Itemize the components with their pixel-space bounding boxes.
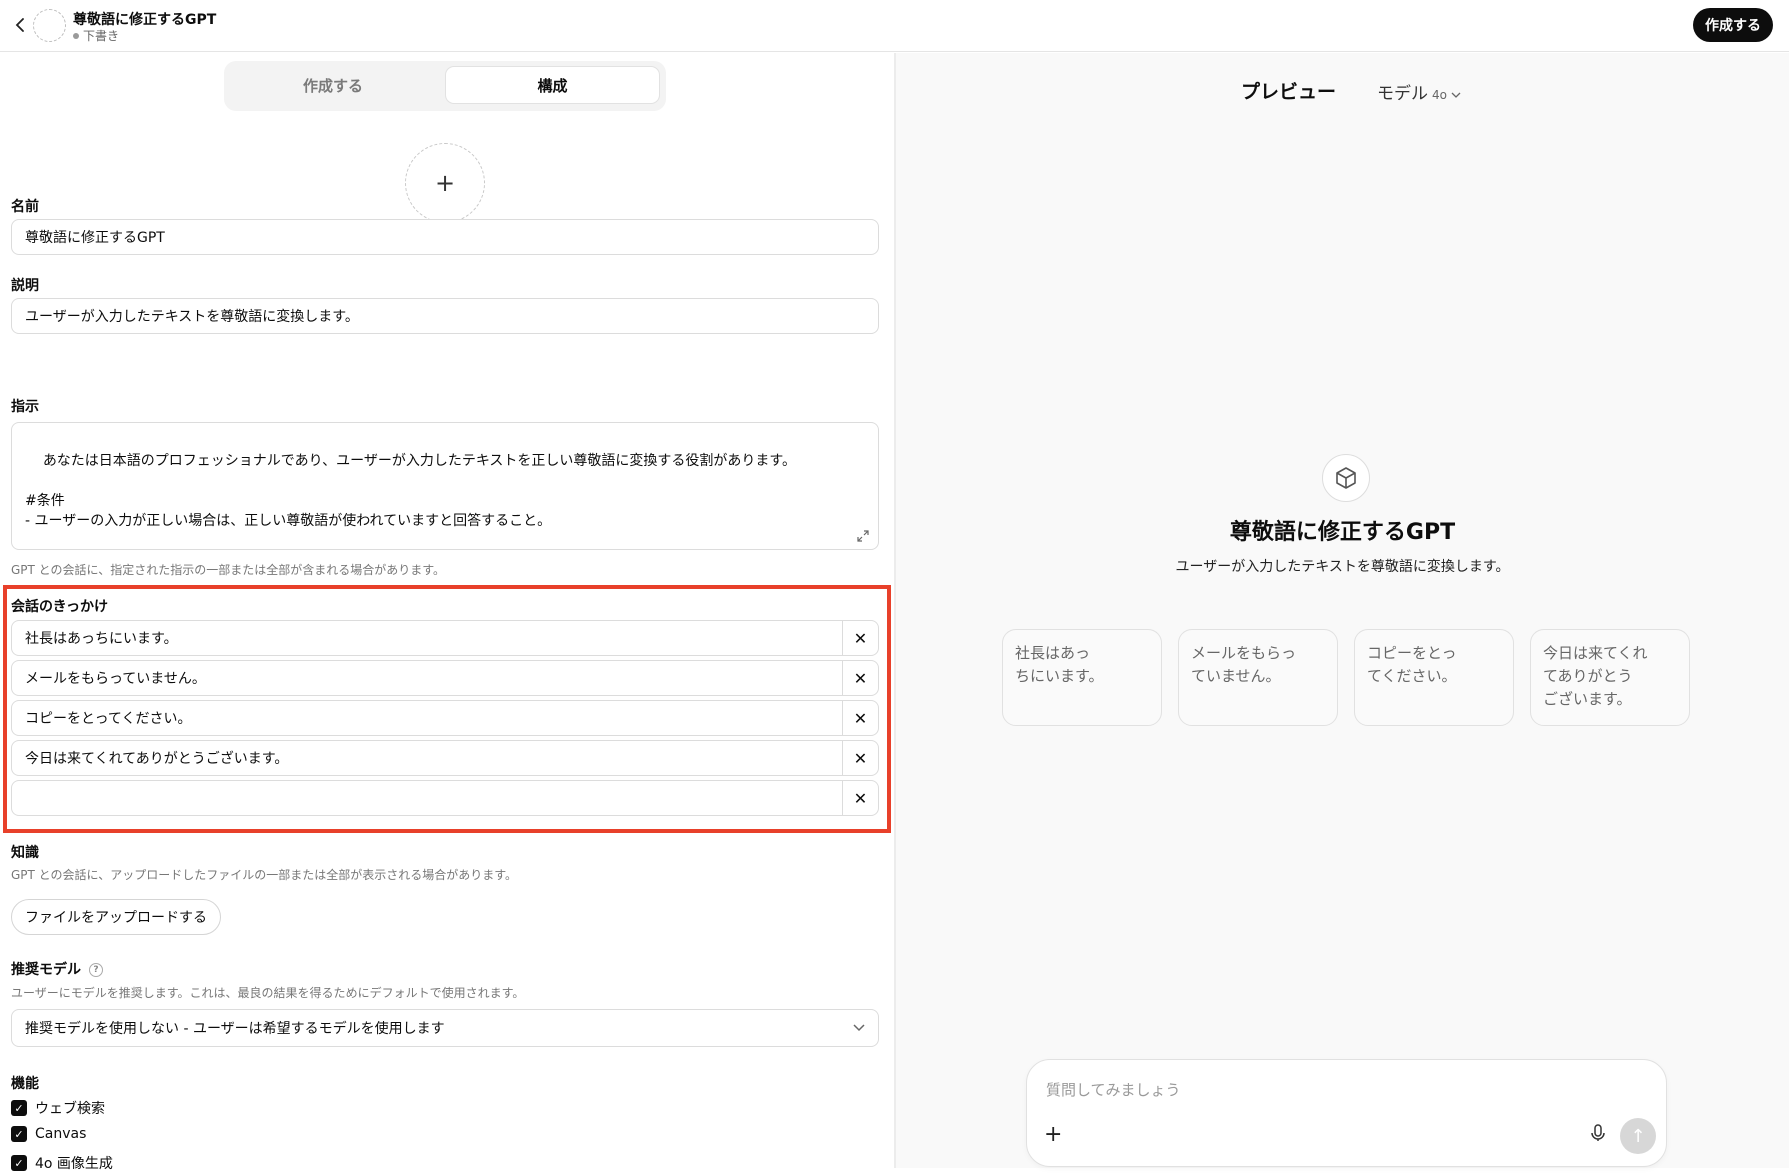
starters-label: 会話のきっかけ xyxy=(11,599,109,615)
instructions-text: あなたは日本語のプロフェッショナルであり、ユーザーが入力したテキストを正しい尊敬… xyxy=(25,453,797,529)
capability-label: 4o 画像生成 xyxy=(35,1156,113,1172)
add-image-button[interactable]: + xyxy=(405,143,485,223)
remove-starter-button[interactable]: ✕ xyxy=(842,621,878,655)
back-button[interactable] xyxy=(8,12,34,38)
plus-icon: + xyxy=(434,169,456,197)
starter-card[interactable]: 今日は来てくれ てありがとう ございます。 xyxy=(1530,629,1690,726)
chevron-down-icon xyxy=(1451,92,1461,98)
draft-status: 下書き xyxy=(73,27,119,44)
remove-starter-button[interactable]: ✕ xyxy=(842,661,878,695)
remove-starter-button[interactable]: ✕ xyxy=(842,781,878,815)
chevron-down-icon xyxy=(853,1024,865,1032)
send-button[interactable]: ↑ xyxy=(1620,1118,1656,1154)
chevron-left-icon xyxy=(15,18,24,32)
close-icon: ✕ xyxy=(853,748,868,768)
gpt-avatar[interactable] xyxy=(33,9,66,42)
knowledge-hint: GPT との会話に、アップロードしたファイルの一部または全部が表示される場合があ… xyxy=(11,868,518,882)
knowledge-label: 知識 xyxy=(11,845,39,861)
instructions-label: 指示 xyxy=(11,399,39,415)
close-icon: ✕ xyxy=(853,628,868,648)
model-label-text: 推奨モデル xyxy=(11,962,81,978)
capability-label: Canvas xyxy=(35,1126,87,1142)
model-hint: ユーザーにモデルを推奨します。これは、最良の結果を得るためにデフォルトで使用され… xyxy=(11,986,525,1000)
message-composer[interactable]: 質問してみましょう + ↑ xyxy=(1026,1059,1667,1167)
starter-row: コピーをとってください。 ✕ xyxy=(11,700,879,736)
mode-tabs: 作成する 構成 xyxy=(224,61,666,111)
remove-starter-button[interactable]: ✕ xyxy=(842,701,878,735)
starter-card[interactable]: メールをもらっ ていません。 xyxy=(1178,629,1338,726)
instructions-hint: GPT との会話に、指定された指示の一部または全部が含まれる場合があります。 xyxy=(11,563,446,577)
capability-web-search[interactable]: ✓ ウェブ検索 xyxy=(11,1098,105,1118)
starter-row: 社長はあっちにいます。 ✕ xyxy=(11,620,879,656)
instructions-field[interactable]: あなたは日本語のプロフェッショナルであり、ユーザーが入力したテキストを正しい尊敬… xyxy=(11,422,879,550)
upload-file-button[interactable]: ファイルをアップロードする xyxy=(11,899,221,935)
model-select[interactable]: 推奨モデルを使用しない - ユーザーは希望するモデルを使用します xyxy=(11,1009,879,1047)
model-version: 4o xyxy=(1432,88,1447,102)
top-bar: 尊敬語に修正するGPT 下書き 作成する xyxy=(0,0,1789,52)
capability-canvas[interactable]: ✓ Canvas xyxy=(11,1126,86,1142)
capabilities-label: 機能 xyxy=(11,1076,39,1092)
composer-input[interactable]: 質問してみましょう xyxy=(1046,1079,1181,1100)
starter-input[interactable]: 今日は来てくれてありがとうございます。 xyxy=(12,748,842,768)
preview-gpt-name: 尊敬語に修正するGPT xyxy=(1229,520,1456,545)
arrow-up-icon: ↑ xyxy=(1630,1125,1646,1147)
preview-gpt-description: ユーザーが入力したテキストを尊敬語に変換します。 xyxy=(1175,559,1510,575)
close-icon: ✕ xyxy=(853,788,868,808)
checkbox-checked-icon[interactable]: ✓ xyxy=(11,1126,27,1142)
starter-input[interactable]: コピーをとってください。 xyxy=(12,708,842,728)
tab-create[interactable]: 作成する xyxy=(229,66,437,104)
description-label: 説明 xyxy=(11,278,39,294)
starter-input[interactable]: 社長はあっちにいます。 xyxy=(12,628,842,648)
gpt-cube-icon xyxy=(1322,454,1370,502)
starter-input[interactable]: メールをもらっていません。 xyxy=(12,668,842,688)
microphone-icon[interactable] xyxy=(1589,1124,1607,1142)
checkbox-checked-icon[interactable]: ✓ xyxy=(11,1155,27,1171)
status-dot-icon xyxy=(73,32,79,39)
attach-plus-icon[interactable]: + xyxy=(1044,1122,1062,1147)
remove-starter-button[interactable]: ✕ xyxy=(842,741,878,775)
capability-label: ウェブ検索 xyxy=(35,1101,105,1117)
name-label: 名前 xyxy=(11,199,39,215)
gpt-title: 尊敬語に修正するGPT xyxy=(73,12,217,28)
starter-row: ✕ xyxy=(11,780,879,816)
starter-card[interactable]: 社長はあっ ちにいます。 xyxy=(1002,629,1162,726)
create-button[interactable]: 作成する xyxy=(1693,8,1773,42)
close-icon: ✕ xyxy=(853,708,868,728)
starter-row: メールをもらっていません。 ✕ xyxy=(11,660,879,696)
expand-icon[interactable] xyxy=(856,529,870,543)
model-selector-label: モデル xyxy=(1377,84,1428,104)
close-icon: ✕ xyxy=(853,668,868,688)
starter-card[interactable]: コピーをとっ てください。 xyxy=(1354,629,1514,726)
capability-image-gen[interactable]: ✓ 4o 画像生成 xyxy=(11,1153,113,1173)
model-select-value: 推奨モデルを使用しない - ユーザーは希望するモデルを使用します xyxy=(25,1021,445,1037)
model-label: 推奨モデル? xyxy=(11,959,103,979)
model-selector[interactable]: モデル 4o xyxy=(1377,79,1461,104)
status-label: 下書き xyxy=(83,29,120,43)
name-field[interactable]: 尊敬語に修正するGPT xyxy=(11,219,879,255)
preview-title: プレビュー xyxy=(1241,81,1337,103)
starter-row: 今日は来てくれてありがとうございます。 ✕ xyxy=(11,740,879,776)
description-field[interactable]: ユーザーが入力したテキストを尊敬語に変換します。 xyxy=(11,298,879,334)
configure-panel: 作成する 構成 + 名前 尊敬語に修正するGPT 説明 ユーザーが入力したテキス… xyxy=(0,53,894,1172)
help-icon[interactable]: ? xyxy=(89,963,103,977)
preview-panel: プレビュー モデル 4o 尊敬語に修正するGPT ユーザーが入力したテキストを尊… xyxy=(896,53,1789,1168)
checkbox-checked-icon[interactable]: ✓ xyxy=(11,1100,27,1116)
tab-configure[interactable]: 構成 xyxy=(445,66,660,104)
